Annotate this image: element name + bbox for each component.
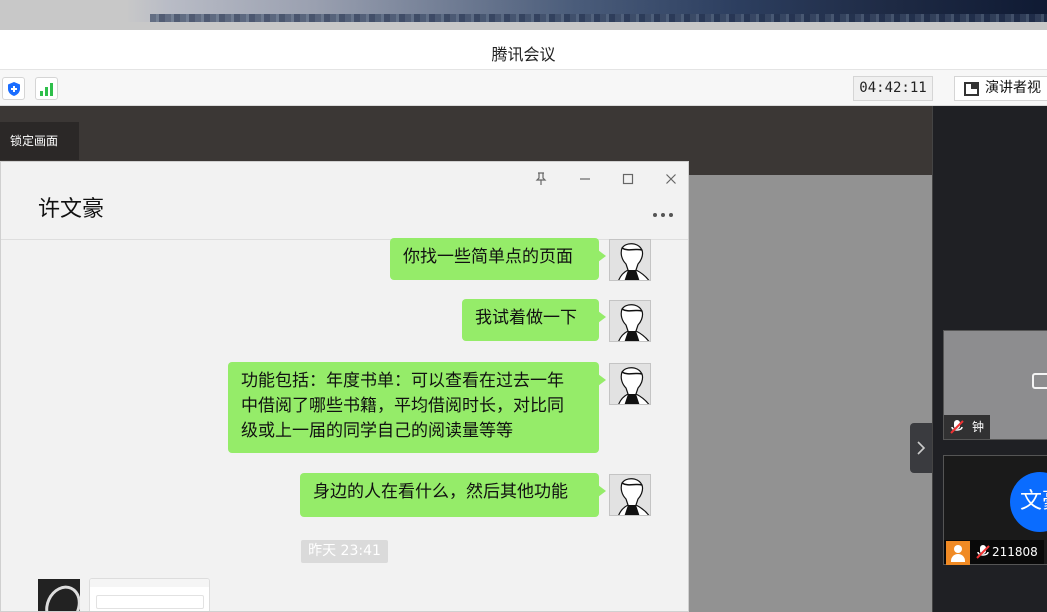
user-icon — [946, 541, 970, 565]
message-bubble[interactable]: 我试着做一下 — [462, 299, 606, 341]
message-text-line: 中借阅了哪些书籍，平均借阅时长，对比同 — [241, 396, 564, 416]
security-shield-icon[interactable] — [2, 77, 25, 100]
message-bubble[interactable]: 你找一些简单点的页面 — [390, 238, 606, 280]
thumbnail-search-bar — [96, 595, 204, 609]
desktop-background — [0, 0, 1047, 30]
meeting-title-bar[interactable]: 腾讯会议 — [0, 30, 1047, 70]
meeting-toolbar: 04:42:11 演讲者视 — [0, 70, 1047, 106]
participant-name-bar: 钟 — [944, 415, 991, 439]
participant-name: 211808 — [992, 545, 1038, 559]
network-signal-icon[interactable] — [35, 77, 58, 100]
participant-avatar: 文豪 — [1010, 472, 1047, 532]
message-bubble[interactable]: 功能包括：年度书单：可以查看在过去一年 中借阅了哪些书籍，平均借阅时长，对比同 … — [228, 362, 606, 453]
my-avatar[interactable] — [609, 239, 651, 281]
more-options-icon[interactable] — [651, 210, 677, 220]
message-text: 身边的人在看什么，然后其他功能 — [313, 482, 568, 502]
message-bubble[interactable]: 身边的人在看什么，然后其他功能 — [300, 473, 606, 517]
chat-window: 许文豪 你找一些简单点的页面 我试着做一下 功能包括：年度书单：可以查看在过去一… — [0, 161, 689, 612]
speaker-view-label: 演讲者视 — [985, 80, 1041, 96]
pin-icon[interactable] — [532, 170, 550, 188]
shared-desktop-area — [689, 175, 932, 612]
meeting-app-title: 腾讯会议 — [491, 45, 556, 64]
participant-name-bar: 211808 — [944, 540, 1044, 565]
chevron-right-icon — [917, 441, 926, 455]
camera-off-icon — [1032, 373, 1047, 389]
message-text-line: 功能包括：年度书单：可以查看在过去一年 — [241, 371, 564, 391]
my-avatar[interactable] — [609, 474, 651, 516]
meeting-timer: 04:42:11 — [853, 76, 933, 101]
screen: 腾讯会议 04:42:11 演讲者视 锁定画面 钟 文豪 211808 — [0, 0, 1047, 612]
participant-tile[interactable]: 文豪 211808 — [943, 455, 1047, 565]
close-icon[interactable] — [662, 170, 680, 188]
message-text-line: 级或上一届的同学自己的阅读量等等 — [241, 421, 513, 441]
minimize-icon[interactable] — [576, 170, 594, 188]
message-text: 我试着做一下 — [475, 308, 577, 328]
participant-tile[interactable]: 钟 — [943, 330, 1047, 440]
contact-name: 许文豪 — [38, 197, 105, 222]
my-avatar[interactable] — [609, 363, 651, 405]
message-timestamp: 昨天 23:41 — [301, 540, 388, 563]
collapse-panel-button[interactable] — [910, 423, 932, 473]
maximize-icon[interactable] — [619, 170, 637, 188]
speaker-view-button[interactable]: 演讲者视 — [954, 76, 1047, 101]
thumbnail-status-bar — [90, 579, 209, 587]
mic-muted-icon — [976, 545, 990, 559]
lock-screen-button[interactable]: 锁定画面 — [0, 122, 79, 160]
my-avatar[interactable] — [609, 300, 651, 342]
layout-icon — [964, 82, 979, 96]
participant-name: 钟 — [972, 420, 985, 434]
contact-avatar[interactable] — [38, 579, 80, 611]
chat-header[interactable]: 许文豪 — [1, 162, 688, 240]
image-message-thumbnail[interactable] — [89, 578, 210, 611]
message-text: 你找一些简单点的页面 — [403, 247, 573, 267]
wallpaper-texture — [150, 14, 1047, 22]
mic-muted-icon — [950, 420, 964, 434]
